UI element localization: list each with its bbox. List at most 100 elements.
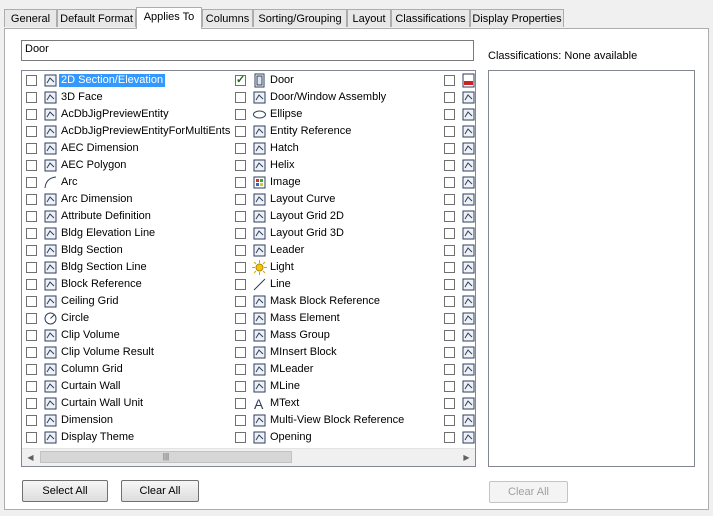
item-checkbox[interactable]	[444, 364, 455, 375]
item-checkbox[interactable]	[235, 143, 246, 154]
item-checkbox[interactable]	[26, 194, 37, 205]
classifications-list[interactable]	[488, 70, 695, 467]
list-item[interactable]: Ellipse	[233, 106, 443, 123]
item-checkbox[interactable]	[235, 432, 246, 443]
item-checkbox[interactable]	[26, 228, 37, 239]
item-checkbox[interactable]	[26, 245, 37, 256]
list-item[interactable]	[442, 378, 475, 395]
item-checkbox[interactable]	[444, 279, 455, 290]
list-item[interactable]: Entity Reference	[233, 123, 443, 140]
item-checkbox[interactable]	[235, 296, 246, 307]
list-item[interactable]: Door	[233, 72, 443, 89]
list-item[interactable]: Mass Group	[233, 327, 443, 344]
list-item[interactable]: Layout Grid 2D	[233, 208, 443, 225]
select-all-button[interactable]: Select All	[22, 480, 108, 502]
item-checkbox[interactable]	[444, 296, 455, 307]
item-checkbox[interactable]	[235, 415, 246, 426]
list-item[interactable]: Image	[233, 174, 443, 191]
clear-all-button[interactable]: Clear All	[121, 480, 199, 502]
item-checkbox[interactable]	[26, 126, 37, 137]
list-item[interactable]: AEC Dimension	[24, 140, 234, 157]
item-checkbox[interactable]	[26, 398, 37, 409]
item-checkbox[interactable]	[444, 245, 455, 256]
list-item[interactable]: Clip Volume Result	[24, 344, 234, 361]
item-checkbox[interactable]	[26, 262, 37, 273]
list-item[interactable]: AcDbJigPreviewEntity	[24, 106, 234, 123]
item-checkbox[interactable]	[444, 211, 455, 222]
list-item[interactable]: MLeader	[233, 361, 443, 378]
list-item[interactable]: Circle	[24, 310, 234, 327]
list-item[interactable]	[442, 293, 475, 310]
list-item[interactable]: Attribute Definition	[24, 208, 234, 225]
item-checkbox[interactable]	[444, 92, 455, 103]
item-checkbox[interactable]	[235, 194, 246, 205]
item-checkbox[interactable]	[235, 381, 246, 392]
list-item[interactable]: A MText	[233, 395, 443, 412]
item-checkbox[interactable]	[444, 194, 455, 205]
clear-all-classifications-button[interactable]: Clear All	[489, 481, 568, 503]
list-item[interactable]: Bldg Section	[24, 242, 234, 259]
list-item[interactable]	[442, 174, 475, 191]
list-item[interactable]	[442, 123, 475, 140]
list-item[interactable]	[442, 429, 475, 446]
list-item[interactable]: AcDbJigPreviewEntityForMultiEnts	[24, 123, 234, 140]
item-checkbox[interactable]	[444, 143, 455, 154]
item-checkbox[interactable]	[26, 75, 37, 86]
list-item[interactable]: Curtain Wall	[24, 378, 234, 395]
list-item[interactable]	[442, 412, 475, 429]
item-checkbox[interactable]	[444, 177, 455, 188]
item-checkbox[interactable]	[26, 415, 37, 426]
item-checkbox[interactable]	[26, 313, 37, 324]
item-checkbox[interactable]	[26, 364, 37, 375]
list-item[interactable]: 2D Section/Elevation	[24, 72, 234, 89]
item-checkbox[interactable]	[26, 432, 37, 443]
item-checkbox[interactable]	[235, 347, 246, 358]
list-item[interactable]	[442, 344, 475, 361]
list-item[interactable]: Ceiling Grid	[24, 293, 234, 310]
item-checkbox[interactable]	[444, 330, 455, 341]
horizontal-scrollbar[interactable]: ◀ ||| ▶	[22, 448, 475, 466]
list-item[interactable]	[442, 310, 475, 327]
list-item[interactable]	[442, 89, 475, 106]
list-item[interactable]	[442, 395, 475, 412]
object-type-list[interactable]: 2D Section/Elevation 3D Face AcDbJigPrevie…	[21, 70, 476, 467]
item-checkbox[interactable]	[444, 160, 455, 171]
list-item[interactable]: Column Grid	[24, 361, 234, 378]
list-item[interactable]	[442, 157, 475, 174]
item-checkbox[interactable]	[235, 92, 246, 103]
item-checkbox[interactable]	[26, 177, 37, 188]
item-checkbox[interactable]	[235, 245, 246, 256]
tab-general[interactable]: General	[4, 9, 57, 27]
list-item[interactable]: Line	[233, 276, 443, 293]
item-checkbox[interactable]	[444, 432, 455, 443]
list-item[interactable]	[442, 140, 475, 157]
scroll-thumb[interactable]: |||	[40, 451, 292, 463]
list-item[interactable]	[442, 259, 475, 276]
list-item[interactable]	[442, 225, 475, 242]
item-checkbox[interactable]	[235, 126, 246, 137]
item-checkbox[interactable]	[444, 126, 455, 137]
list-item[interactable]: Bldg Elevation Line	[24, 225, 234, 242]
list-item[interactable]	[442, 327, 475, 344]
search-input[interactable]: Door	[21, 40, 474, 61]
item-checkbox[interactable]	[26, 279, 37, 290]
item-checkbox[interactable]	[235, 228, 246, 239]
list-item[interactable]: 3D Face	[24, 89, 234, 106]
item-checkbox[interactable]	[26, 160, 37, 171]
list-item[interactable]	[442, 242, 475, 259]
item-checkbox[interactable]	[26, 330, 37, 341]
item-checkbox[interactable]	[235, 313, 246, 324]
list-item[interactable]: Clip Volume	[24, 327, 234, 344]
list-item[interactable]: Curtain Wall Unit	[24, 395, 234, 412]
list-item[interactable]: MLine	[233, 378, 443, 395]
list-item[interactable]: Opening	[233, 429, 443, 446]
item-checkbox[interactable]	[26, 381, 37, 392]
list-item[interactable]	[442, 72, 475, 89]
scroll-right-arrow-icon[interactable]: ▶	[458, 449, 475, 466]
item-checkbox[interactable]	[444, 109, 455, 120]
item-checkbox[interactable]	[235, 177, 246, 188]
list-item[interactable]: Dimension	[24, 412, 234, 429]
item-checkbox[interactable]	[235, 279, 246, 290]
scroll-left-arrow-icon[interactable]: ◀	[22, 449, 39, 466]
list-item[interactable]: Block Reference	[24, 276, 234, 293]
